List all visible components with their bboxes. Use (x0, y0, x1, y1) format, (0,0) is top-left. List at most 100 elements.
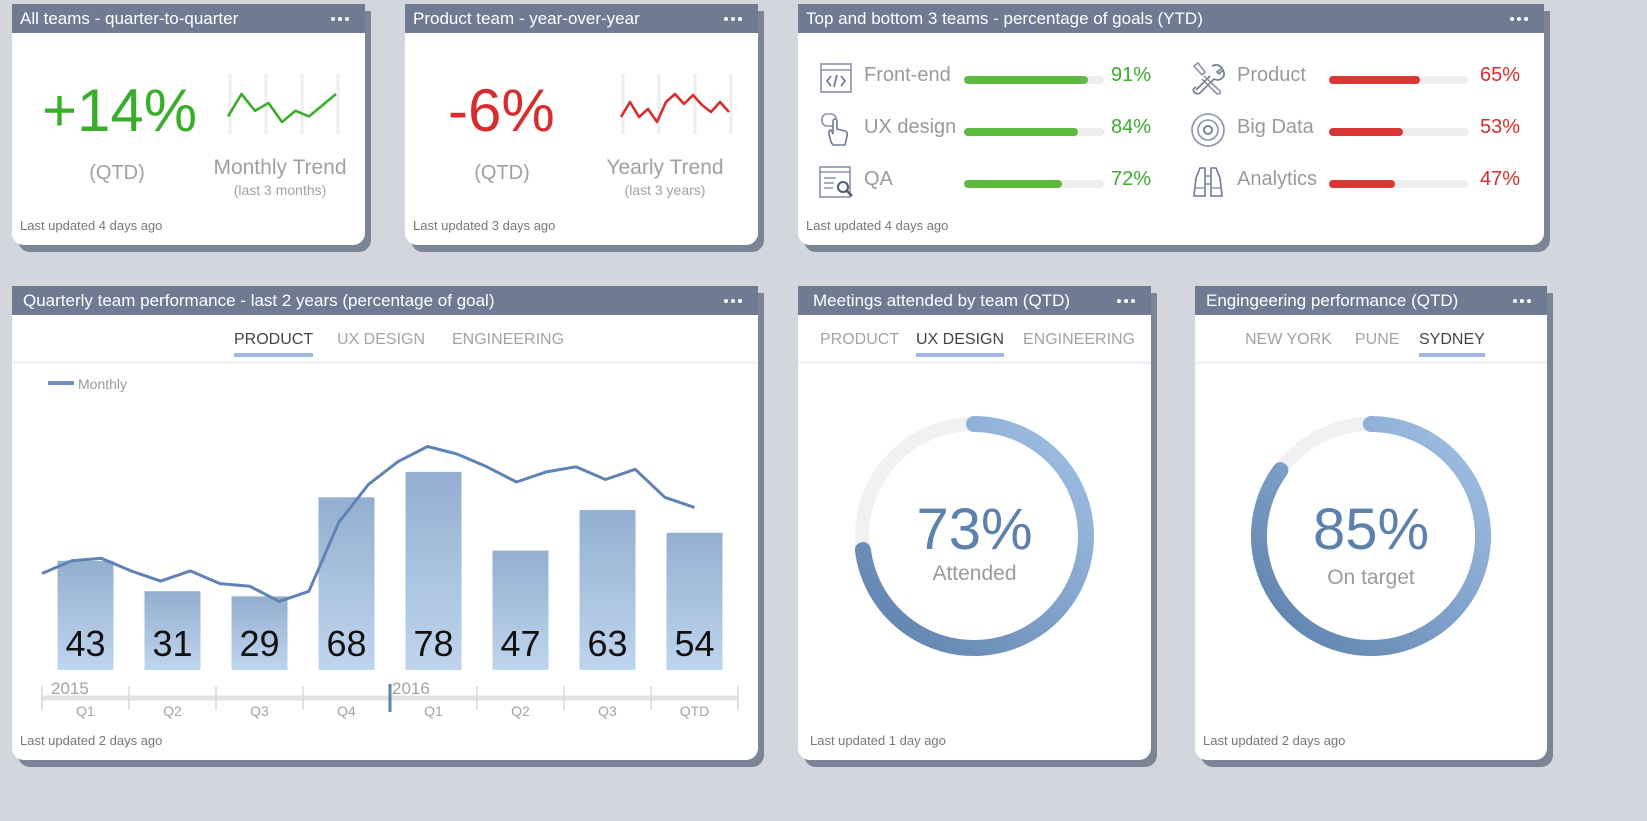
goal-label: Big Data (1237, 116, 1314, 138)
team-tabs: PRODUCT UX DESIGN ENGINEERING (12, 331, 758, 364)
goal-label: UX design (864, 116, 957, 138)
bar-value-label: 68 (326, 623, 366, 664)
more-options-icon[interactable] (331, 4, 349, 33)
goal-bar-fill (964, 76, 1088, 84)
more-options-icon[interactable] (1117, 286, 1135, 315)
goal-bar (1329, 180, 1469, 188)
x-tick-label: Q3 (598, 703, 617, 719)
goal-row-bottom: Product 65% (1188, 61, 1538, 95)
goal-label: QA (864, 168, 893, 190)
team-tabs: PRODUCT UX DESIGN ENGINEERING (798, 331, 1151, 364)
tools-icon (1192, 61, 1225, 95)
tab-engineering[interactable]: ENGINEERING (1023, 331, 1135, 353)
card-header: Engingeering performance (QTD) (1195, 286, 1547, 315)
more-options-icon[interactable] (1513, 286, 1531, 315)
goal-bar-fill (1329, 180, 1395, 188)
last-updated: Last updated 4 days ago (20, 218, 163, 233)
goal-row-bottom: Analytics 47% (1188, 167, 1538, 198)
card-title: Top and bottom 3 teams - percentage of g… (806, 9, 1203, 28)
goal-label: Product (1237, 64, 1306, 86)
binoculars-icon (1193, 167, 1223, 197)
bar-value-label: 43 (65, 623, 105, 664)
goal-bar-fill (964, 180, 1062, 188)
more-options-icon[interactable] (724, 286, 742, 315)
top-bottom-teams-card: Top and bottom 3 teams - percentage of g… (798, 4, 1544, 245)
location-tabs: NEW YORK PUNE SYDNEY (1195, 331, 1547, 364)
goal-bar (964, 76, 1104, 84)
code-icon (820, 63, 852, 93)
last-updated: Last updated 2 days ago (20, 733, 163, 748)
tab-product[interactable]: PRODUCT (234, 331, 314, 357)
x-tick-label: Q1 (76, 703, 95, 719)
meetings-attended-card: Meetings attended by team (QTD) PRODUCT … (798, 286, 1151, 760)
kpi-period: (QTD) (474, 162, 530, 184)
bar-value-label: 31 (152, 623, 192, 664)
trend-label: Monthly Trend (213, 156, 347, 179)
x-tick-label: Q4 (337, 703, 356, 719)
card-header: Meetings attended by team (QTD) (798, 286, 1151, 315)
tab-ux-design[interactable]: UX DESIGN (337, 331, 425, 353)
kpi-value: +14% (42, 77, 198, 144)
card-header: All teams - quarter-to-quarter (12, 4, 365, 33)
last-updated: Last updated 4 days ago (806, 218, 949, 233)
card-title: Engingeering performance (QTD) (1206, 291, 1459, 310)
last-updated: Last updated 3 days ago (413, 218, 556, 233)
goal-row-top: UX design 84% (798, 113, 1170, 146)
gauge-caption: Attended (932, 562, 1017, 585)
bar-value-label: 63 (587, 623, 627, 664)
card-title: All teams - quarter-to-quarter (20, 9, 239, 28)
tab-engineering[interactable]: ENGINEERING (452, 331, 564, 353)
monthly-trend-sparkline (226, 74, 340, 134)
trend-sublabel: (last 3 years) (624, 182, 706, 198)
goal-bar (964, 128, 1104, 136)
search-doc-icon (819, 166, 853, 198)
trend-label: Yearly Trend (606, 156, 724, 179)
goal-row-top: Front-end 91% (798, 63, 1170, 94)
engineering-performance-card: Engingeering performance (QTD) NEW YORK … (1195, 286, 1547, 760)
more-options-icon[interactable] (724, 4, 742, 33)
legend-label: Monthly (78, 376, 127, 392)
goal-bar-fill (1329, 76, 1420, 84)
tab-new-york[interactable]: NEW YORK (1245, 331, 1332, 353)
gauge-value: 73% (916, 497, 1033, 562)
year-label: 2015 (51, 679, 89, 698)
goal-label: Analytics (1237, 168, 1318, 190)
tab-ux-design[interactable]: UX DESIGN (916, 331, 1005, 357)
card-header: Top and bottom 3 teams - percentage of g… (798, 4, 1544, 33)
last-updated: Last updated 2 days ago (1203, 733, 1346, 748)
kpi-period: (QTD) (89, 162, 145, 184)
goal-row-bottom: Big Data 53% (1188, 113, 1538, 147)
sparkline-path (619, 92, 730, 124)
year-label: 2016 (392, 679, 430, 698)
goal-bar-fill (1329, 128, 1404, 136)
goal-value: 91% (1111, 64, 1152, 86)
quarterly-performance-card: Quarterly team performance - last 2 year… (12, 286, 758, 760)
goal-value: 84% (1111, 116, 1152, 138)
goal-row-top: QA 72% (798, 166, 1170, 198)
goal-bar (964, 180, 1104, 188)
goal-label: Front-end (864, 64, 951, 86)
kpi-value: -6% (448, 77, 555, 144)
goal-value: 72% (1111, 168, 1152, 190)
x-tick-label: Q2 (511, 703, 530, 719)
gauge-value: 85% (1312, 497, 1430, 562)
quarterly-bar-chart: Monthly 43 31 29 68 78 47 63 54 Q1 Q2 Q3 Q4 Q1 Q2 Q3 QTD… (41, 376, 739, 719)
target-icon (1191, 113, 1225, 147)
product-team-card: Product team - year-over-year -6% (QTD) … (405, 4, 758, 245)
bar-value-label: 29 (239, 623, 279, 664)
card-title: Quarterly team performance - last 2 year… (23, 291, 495, 310)
all-teams-card: All teams - quarter-to-quarter +14% (QTD… (12, 4, 365, 245)
goal-bar (1329, 76, 1469, 84)
bar-value-label: 54 (674, 623, 714, 664)
more-options-icon[interactable] (1510, 4, 1528, 33)
card-header: Quarterly team performance - last 2 year… (12, 286, 758, 315)
goal-value: 65% (1480, 64, 1521, 86)
bar-value-label: 78 (413, 623, 453, 664)
last-updated: Last updated 1 day ago (810, 733, 946, 748)
tab-product[interactable]: PRODUCT (820, 331, 899, 353)
x-tick-label: QTD (680, 703, 710, 719)
tab-sydney[interactable]: SYDNEY (1419, 331, 1485, 357)
tab-pune[interactable]: PUNE (1355, 331, 1399, 353)
x-tick-label: Q3 (250, 703, 269, 719)
x-tick-label: Q1 (424, 703, 443, 719)
